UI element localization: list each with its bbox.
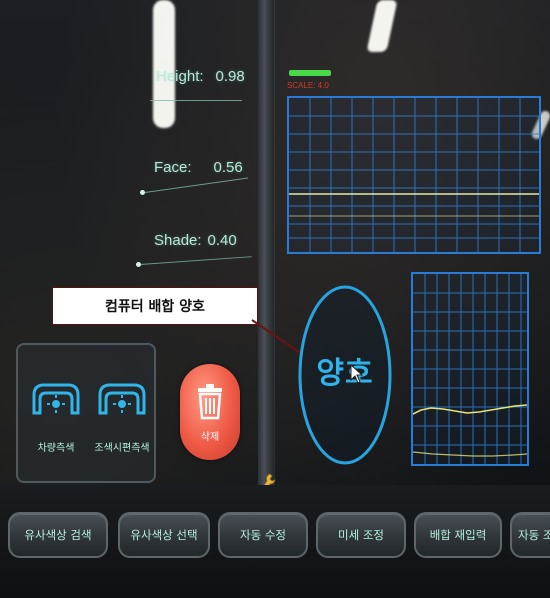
similar-color-search-button[interactable]: 유사색상 검색 [8, 512, 108, 558]
scale-label: SCALE: 4.0 [287, 81, 329, 90]
tablet-screen: Height: 0.98 Face: 0.56 Shade: 0.40 SCALE: … [0, 0, 550, 598]
upper-chart-grid [289, 98, 539, 252]
height-leader-line [150, 100, 242, 101]
shade-label: Shade: [154, 232, 202, 249]
height-readout: Height: 0.98 [156, 68, 245, 85]
height-label: Height: [156, 68, 204, 85]
fine-adjust-label: 미세 조정 [338, 528, 384, 542]
result-callout: 컴퓨터 배합 양호 [52, 287, 258, 325]
formula-reenter-label: 배합 재입력 [429, 528, 487, 542]
sample-measure-button[interactable]: 조색시편측색 [90, 355, 154, 467]
delete-button[interactable]: 삭제 [180, 364, 240, 460]
vehicle-measure-button[interactable]: 차량측색 [24, 355, 88, 467]
next-arrow-icon [500, 528, 502, 546]
similar-color-search-label: 유사색상 검색 [24, 528, 92, 542]
auto-adjust-label: 자동 조 [518, 528, 550, 542]
sample-measure-label: 조색시편측색 [94, 443, 150, 454]
scale-indicator [289, 70, 331, 76]
mouse-cursor-icon [350, 364, 364, 384]
next-arrow-icon [306, 528, 308, 546]
next-arrow-icon [404, 528, 406, 546]
fine-adjust-button[interactable]: 미세 조정 [316, 512, 406, 558]
status-text: 양호 [316, 356, 374, 391]
face-point [140, 190, 145, 195]
panel-divider [258, 0, 274, 490]
next-arrow-icon [208, 528, 210, 546]
auto-correct-button[interactable]: 자동 수정 [218, 512, 308, 558]
next-arrow-icon [106, 528, 108, 546]
auto-adjust-button[interactable]: 자동 조 [510, 512, 550, 558]
upper-spectrum-chart [287, 96, 541, 254]
auto-correct-label: 자동 수정 [240, 528, 286, 542]
similar-color-select-label: 유사색상 선택 [130, 528, 198, 542]
similar-color-select-button[interactable]: 유사색상 선택 [118, 512, 210, 558]
face-leader-line [144, 177, 249, 193]
face-label: Face: [154, 159, 192, 176]
shade-readout: Shade: 0.40 [154, 232, 237, 249]
result-status: 양호 [297, 284, 393, 466]
shade-point [136, 262, 141, 267]
measure-camera-icon [98, 383, 146, 415]
delete-label: 삭제 [200, 432, 220, 443]
face-value: 0.56 [213, 159, 243, 176]
action-bar: 유사색상 검색 유사색상 선택 자동 수정 미세 조정 배합 재입력 자동 조 [8, 512, 550, 560]
shade-leader-line [139, 256, 252, 265]
formula-reenter-button[interactable]: 배합 재입력 [414, 512, 502, 558]
shade-value: 0.40 [207, 232, 237, 249]
height-value: 0.98 [215, 68, 245, 85]
trash-icon [198, 384, 222, 420]
measure-camera-icon [32, 383, 80, 415]
lower-spectrum-chart [411, 272, 529, 466]
vehicle-measure-label: 차량측색 [37, 443, 75, 454]
lower-chart-trace [413, 404, 527, 415]
measure-panel: 차량측색 조색시편측색 [16, 343, 156, 483]
lower-chart-grid [413, 274, 527, 464]
face-readout: Face: 0.56 [154, 159, 243, 176]
lower-chart-trace-2 [413, 451, 527, 457]
